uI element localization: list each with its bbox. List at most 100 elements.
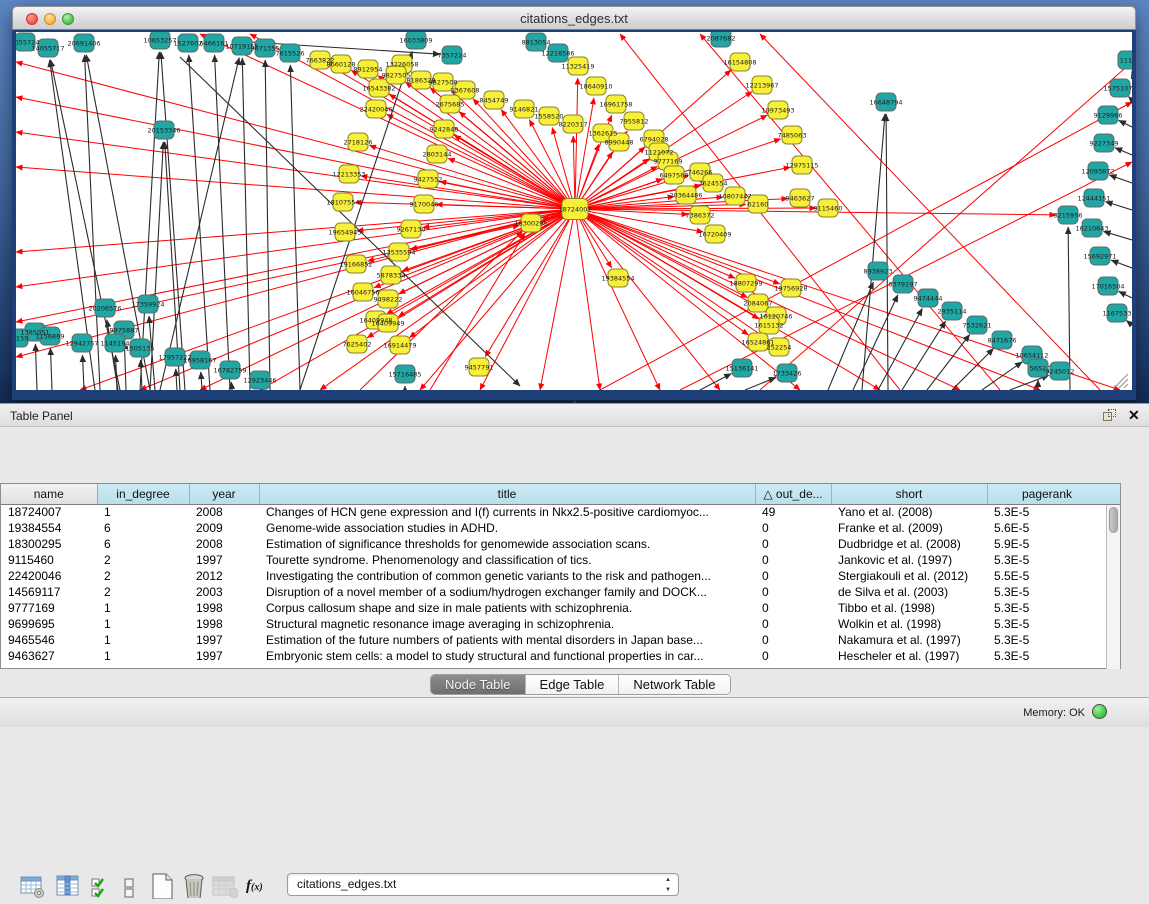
- graph-node-label: 9129966: [1094, 112, 1123, 120]
- column-header-year[interactable]: year: [189, 484, 259, 504]
- resize-grip[interactable]: [1114, 374, 1128, 388]
- graph-node-label: 20153346: [147, 127, 180, 135]
- graph-node-label: 8660128: [327, 61, 356, 69]
- table-panel-body: f(x) citations_edges.txt ▲▼ namein_degre…: [0, 428, 1149, 697]
- graph-node-label: 1505135: [126, 345, 155, 353]
- scrollbar-thumb[interactable]: [1109, 507, 1118, 533]
- graph-node-label: 8912954: [354, 66, 383, 74]
- graph-node-label: 18300295: [514, 220, 547, 228]
- table-cell: 5.3E-5: [987, 616, 1107, 632]
- column-header-name[interactable]: name: [1, 484, 97, 504]
- table-cell: 1: [97, 648, 189, 664]
- memory-status-indicator[interactable]: [1092, 704, 1107, 719]
- show-columns-icon[interactable]: [56, 874, 82, 900]
- graph-node-label: 17016504: [1091, 283, 1124, 291]
- tab-edge-table[interactable]: Edge Table: [526, 675, 620, 694]
- graph-node-label: 18807299: [729, 280, 762, 288]
- graph-node-label: 15692971: [1083, 253, 1116, 261]
- column-header-short[interactable]: short: [831, 484, 987, 504]
- tab-node-table[interactable]: Node Table: [431, 675, 526, 694]
- network-table-selector[interactable]: citations_edges.txt ▲▼: [287, 873, 679, 896]
- memory-status-label: Memory: OK: [1023, 707, 1085, 719]
- node-table-body: 1872400712008Changes of HCN gene express…: [1, 504, 1107, 664]
- node-attribute-table[interactable]: namein_degreeyeartitle△ out_de...shortpa…: [0, 483, 1121, 669]
- table-cell: Genome-wide association studies in ADHD.: [259, 520, 755, 536]
- graph-node-label: 252254: [767, 344, 792, 352]
- graph-node-label: 2675685: [436, 101, 465, 109]
- table-row[interactable]: 911546021997Tourette syndrome. Phenomeno…: [1, 552, 1107, 568]
- table-cell: 1: [97, 632, 189, 648]
- table-vertical-scrollbar[interactable]: [1106, 505, 1120, 669]
- create-table-icon[interactable]: [150, 873, 176, 899]
- table-settings-icon[interactable]: [20, 874, 46, 900]
- network-view-frame: 7663822866012889129541654338213226058982…: [12, 30, 1136, 400]
- table-row[interactable]: 977716911998Corpus callosum shape and si…: [1, 600, 1107, 616]
- graph-node-label: 9227349: [1090, 140, 1119, 148]
- window-titlebar[interactable]: citations_edges.txt: [12, 6, 1136, 30]
- table-type-tabs: Node Table Edge Table Network Table: [430, 674, 731, 695]
- table-cell: 2: [97, 552, 189, 568]
- graph-node-label: 9827508: [429, 79, 458, 87]
- table-cell: 5.3E-5: [987, 648, 1107, 664]
- table-row[interactable]: 946554611997Estimation of the future num…: [1, 632, 1107, 648]
- table-cell: Stergiakouli et al. (2012): [831, 568, 987, 584]
- graph-node-label: 2367608: [451, 87, 480, 95]
- column-header-out_degree[interactable]: △ out_de...: [755, 484, 831, 504]
- graph-node-label: 8471676: [988, 337, 1017, 345]
- select-columns-icon[interactable]: [90, 875, 116, 901]
- graph-node-label: 7625402: [343, 341, 372, 349]
- graph-node-label: 10807447: [718, 193, 751, 201]
- graph-node-label: 7955812: [620, 118, 649, 126]
- table-cell: 9699695: [1, 616, 97, 632]
- graph-node-label: 5652: [1030, 365, 1047, 373]
- graph-node-label: 8220317: [559, 121, 588, 129]
- graph-node-label: 10653257: [143, 37, 176, 45]
- network-view-window[interactable]: citations_edges.txt 76638228660128891295…: [12, 6, 1136, 400]
- column-header-in_degree[interactable]: in_degree: [97, 484, 189, 504]
- graph-node-label: 16782759: [213, 367, 246, 375]
- table-cell: 14569117: [1, 584, 97, 600]
- graph-node-label: 19384554: [601, 275, 634, 283]
- graph-node-label: 12942757: [65, 340, 98, 348]
- function-builder-icon[interactable]: f(x): [246, 878, 272, 904]
- node-layer[interactable]: 7663822866012889129541654338213226058982…: [16, 32, 1132, 389]
- status-bar: Memory: OK: [0, 697, 1149, 727]
- table-cell: 5.6E-5: [987, 520, 1107, 536]
- graph-node-label: 20206576: [88, 305, 121, 313]
- graph-node-label: 9777169: [654, 158, 683, 166]
- window-title: citations_edges.txt: [13, 11, 1135, 26]
- row-height-icon[interactable]: [122, 877, 148, 903]
- table-cell: 18300295: [1, 536, 97, 552]
- table-panel-title: Table Panel: [10, 409, 73, 423]
- graph-node-label: 9170046: [410, 201, 439, 209]
- network-canvas[interactable]: 7663822866012889129541654338213226058982…: [16, 32, 1132, 390]
- graph-node-label: 22420046: [359, 106, 392, 114]
- graph-node-label: 6497568: [660, 172, 689, 180]
- table-row[interactable]: 1830029562008Estimation of significance …: [1, 536, 1107, 552]
- graph-node-label: 10973493: [761, 107, 794, 115]
- graph-node-label: 12218586: [541, 50, 574, 58]
- graph-node-label: 16409949: [371, 320, 404, 328]
- table-cell: 5.3E-5: [987, 600, 1107, 616]
- table-row[interactable]: 1938455462009Genome-wide association stu…: [1, 520, 1107, 536]
- delete-table-icon[interactable]: [182, 872, 208, 898]
- graph-node-label: 18107554: [326, 199, 359, 207]
- table-row[interactable]: 1456911722003Disruption of a novel membe…: [1, 584, 1107, 600]
- table-cell: 5.3E-5: [987, 632, 1107, 648]
- graph-node-label: 746266: [688, 169, 713, 177]
- graph-node-label: 20691406: [67, 40, 100, 48]
- table-cell: 2009: [189, 520, 259, 536]
- close-panel-icon[interactable]: ✕: [1128, 407, 1140, 424]
- column-header-pagerank[interactable]: pagerank: [987, 484, 1107, 504]
- table-row[interactable]: 946362711997Embryonic stem cells: a mode…: [1, 648, 1107, 664]
- table-row[interactable]: 1872400712008Changes of HCN gene express…: [1, 504, 1107, 520]
- table-row[interactable]: 2242004622012Investigating the contribut…: [1, 568, 1107, 584]
- table-row[interactable]: 969969511998Structural magnetic resonanc…: [1, 616, 1107, 632]
- table-cell: 5.3E-5: [987, 504, 1107, 520]
- tab-network-table[interactable]: Network Table: [619, 675, 729, 694]
- split-pane-handle[interactable]: ▲: [571, 398, 578, 405]
- column-header-title[interactable]: title: [259, 484, 755, 504]
- table-cell: 0: [755, 520, 831, 536]
- graph-node-label: 1121072: [645, 149, 674, 157]
- float-window-icon[interactable]: [1103, 409, 1117, 423]
